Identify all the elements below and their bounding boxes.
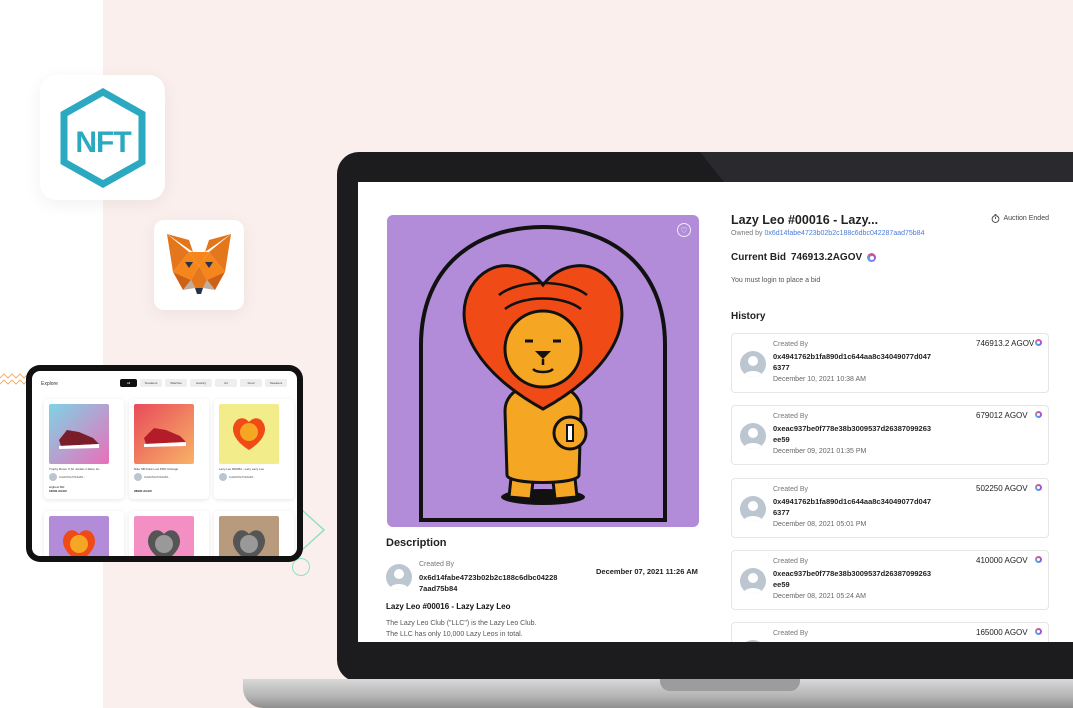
filter-chip[interactable]: Sweaters — [265, 379, 287, 387]
sneaker-image — [134, 404, 194, 464]
creator-address[interactable]: 0x6d14fabe4723b02b2c188c6dbc042287aad75b… — [419, 572, 559, 594]
laptop-base — [243, 679, 1073, 708]
filter-chip[interactable]: Art — [215, 379, 237, 387]
agov-coin-icon — [1035, 339, 1042, 346]
nft-artwork: ♡ — [387, 215, 699, 527]
history-address[interactable]: 0xeac937be0f778e38b3009537d26387099263ee… — [773, 423, 933, 445]
history-row: Created By 0xeac937be0f778e38b3009537d26… — [731, 405, 1049, 465]
history-address[interactable]: 0x4941762b1fa890d1c644aa8c34049077d04763… — [773, 496, 933, 518]
creator-avatar — [386, 564, 412, 590]
owner-address-link[interactable]: 0x6d14fabe4723b02b2c188c6dbc042287aad75b… — [764, 230, 924, 237]
history-label: Created By — [773, 413, 809, 420]
agov-coin-icon — [1035, 556, 1042, 563]
filter-chip[interactable]: Jewelry — [190, 379, 212, 387]
filter-chip[interactable]: All — [120, 379, 137, 387]
owned-by: Owned by 0x6d14fabe4723b02b2c188c6dbc042… — [731, 230, 925, 237]
tablet-nft-card[interactable]: Trophy Room X Air Jordan 1 Retro Hi... 0… — [44, 399, 124, 499]
login-note: You must login to place a bid — [731, 277, 821, 284]
filter-chip[interactable]: Food — [240, 379, 262, 387]
metamask-fox-icon — [167, 234, 231, 294]
nft-title: Lazy Leo #00016 - Lazy... — [731, 213, 879, 227]
card-address: 0x4a5c65e7b3b4af84... — [59, 476, 86, 479]
card-caption: Trophy Room X Air Jordan 1 Retro Hi... — [49, 467, 102, 471]
avatar — [740, 351, 766, 377]
metamask-tile — [154, 220, 244, 310]
card-caption: Nike SB Dunk Low PRO Chicago — [134, 467, 179, 471]
filter-chip[interactable]: Watches — [165, 379, 187, 387]
avatar — [740, 496, 766, 522]
agov-coin-icon — [1035, 484, 1042, 491]
avatar — [49, 473, 57, 481]
avatar — [740, 640, 766, 642]
tablet-nft-card[interactable] — [214, 511, 294, 556]
history-amount: 679012 AGOV — [976, 411, 1028, 420]
agov-coin-icon — [1035, 411, 1042, 418]
card-address: 0x4a5c65e7b3b4af84... — [229, 476, 256, 479]
history-heading: History — [731, 311, 766, 322]
sneaker-image — [49, 404, 109, 464]
history-row: Created By 0xeac937be0f778e38b3009537d26… — [731, 550, 1049, 610]
nft-logo-tile: NFT — [40, 75, 165, 200]
avatar — [134, 473, 142, 481]
history-label: Created By — [773, 558, 809, 565]
lion-image — [219, 404, 279, 464]
nft-logo-icon: NFT — [60, 87, 145, 188]
avatar — [740, 568, 766, 594]
history-row: Created By 0x4941762b1fa890d1c644aa8c340… — [731, 333, 1049, 393]
favorite-heart-button[interactable]: ♡ — [677, 223, 691, 237]
history-address[interactable]: 0xeac937be0f778e38b3009537d26387099263ee… — [773, 568, 933, 590]
description-heading: Description — [386, 537, 447, 549]
tablet-filter-bar: All Sneakers Watches Jewelry Art Food Sw… — [120, 379, 287, 387]
history-label: Created By — [773, 486, 809, 493]
tablet-nft-card[interactable] — [129, 511, 209, 556]
description-text: The Lazy Leo Club ("LLC") is the Lazy Le… — [386, 620, 537, 638]
card-address: 0x4a5c65e7b3b4af84... — [144, 476, 171, 479]
history-date: December 08, 2021 05:24 AM — [773, 593, 867, 600]
card-caption: Lazy Leo #00052 - Lazy Lazy Leo — [219, 467, 265, 471]
auction-status: Auction Ended — [991, 214, 1049, 223]
history-row: Created By 165000 AGOV — [731, 622, 1049, 642]
svg-text:NFT: NFT — [75, 126, 131, 159]
creator-label: Created By — [419, 561, 455, 568]
history-date: December 09, 2021 01:35 PM — [773, 448, 867, 455]
current-bid: Current Bid 746913.2AGOV — [731, 252, 877, 263]
history-label: Created By — [773, 630, 809, 637]
filter-chip[interactable]: Sneakers — [140, 379, 162, 387]
lion-image — [219, 516, 279, 556]
laptop-sheen — [700, 152, 1073, 182]
nft-full-name: Lazy Leo #00016 - Lazy Lazy Leo — [386, 602, 511, 611]
history-amount: 746913.2 AGOV — [976, 339, 1035, 348]
stopwatch-icon — [992, 214, 1000, 223]
avatar — [740, 423, 766, 449]
card-price: Highest Bid 16000 AGOV — [49, 485, 67, 493]
tablet-page-title: Explore — [41, 381, 58, 387]
history-row: Created By 0x4941762b1fa890d1c644aa8c340… — [731, 478, 1049, 538]
lion-image — [134, 516, 194, 556]
lazy-leo-image — [419, 224, 667, 522]
history-amount: 165000 AGOV — [976, 628, 1028, 637]
tablet-device: Explore All Sneakers Watches Jewelry Art… — [26, 365, 303, 562]
laptop-screen: ♡ Description Created By 0x6d14fabe4723b… — [358, 182, 1073, 642]
created-date: December 07, 2021 11:26 AM — [596, 567, 698, 576]
history-amount: 410000 AGOV — [976, 556, 1028, 565]
history-date: December 08, 2021 05:01 PM — [773, 521, 867, 528]
agov-coin-icon — [867, 253, 877, 262]
tablet-nft-card[interactable]: Nike SB Dunk Low PRO Chicago 0x4a5c65e7b… — [129, 399, 209, 499]
lion-image — [49, 516, 109, 556]
laptop-notch — [660, 679, 800, 691]
agov-coin-icon — [1035, 628, 1042, 635]
card-price: 28900 AGOV — [134, 489, 152, 493]
history-date: December 10, 2021 10:38 AM — [773, 376, 867, 383]
history-label: Created By — [773, 341, 809, 348]
tablet-nft-card[interactable]: Lazy Leo #00052 - Lazy Lazy Leo 0x4a5c65… — [214, 399, 294, 499]
history-amount: 502250 AGOV — [976, 484, 1028, 493]
tablet-screen: Explore All Sneakers Watches Jewelry Art… — [32, 371, 297, 556]
history-address[interactable]: 0x4941762b1fa890d1c644aa8c34049077d04763… — [773, 351, 933, 373]
tablet-nft-card[interactable] — [44, 511, 124, 556]
avatar — [219, 473, 227, 481]
